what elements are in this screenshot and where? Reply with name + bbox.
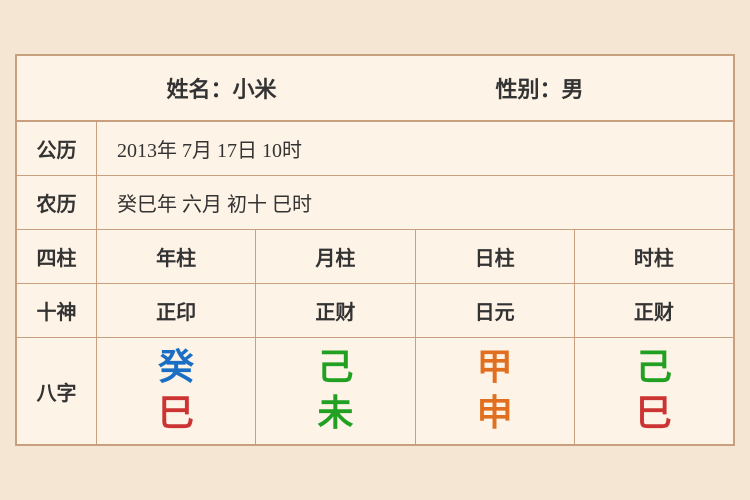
gong-li-row: 公历 2013年 7月 17日 10时 xyxy=(17,122,733,176)
bazi-col-1: 己 未 xyxy=(256,338,415,443)
header-row: 姓名：小米 性别：男 xyxy=(17,56,733,122)
shishen-row: 十神 正印 正财 日元 正财 xyxy=(17,284,733,338)
col-header-yue: 月柱 xyxy=(256,230,415,283)
nong-li-row: 农历 癸巳年 六月 初十 巳时 xyxy=(17,176,733,230)
bazi-di-0: 巳 xyxy=(158,394,194,434)
col-header-shi: 时柱 xyxy=(575,230,733,283)
sizhu-label: 四柱 xyxy=(17,230,97,283)
shishen-label: 十神 xyxy=(17,284,97,337)
bazi-col-2: 甲 申 xyxy=(416,338,575,443)
sizhu-header-row: 四柱 年柱 月柱 日柱 时柱 xyxy=(17,230,733,284)
shishen-0: 正印 xyxy=(97,284,256,337)
bazi-label: 八字 xyxy=(17,338,97,443)
gong-li-value: 2013年 7月 17日 10时 xyxy=(97,122,322,175)
bazi-di-1: 未 xyxy=(317,394,353,434)
bazi-di-3: 巳 xyxy=(636,394,672,434)
gender-label: 性别：男 xyxy=(495,72,583,104)
shishen-3: 正财 xyxy=(575,284,733,337)
bazi-tian-2: 甲 xyxy=(477,348,513,388)
bazi-tian-1: 己 xyxy=(317,348,353,388)
bazi-tian-3: 己 xyxy=(636,348,672,388)
bazi-di-2: 申 xyxy=(477,394,513,434)
bazi-col-0: 癸 巳 xyxy=(97,338,256,443)
shishen-2: 日元 xyxy=(416,284,575,337)
bazi-col-3: 己 巳 xyxy=(575,338,733,443)
shishen-1: 正财 xyxy=(256,284,415,337)
main-container: 姓名：小米 性别：男 公历 2013年 7月 17日 10时 农历 癸巳年 六月… xyxy=(15,54,735,445)
col-header-nian: 年柱 xyxy=(97,230,256,283)
gong-li-label: 公历 xyxy=(17,122,97,175)
nong-li-label: 农历 xyxy=(17,176,97,229)
bazi-row: 八字 癸 巳 己 未 甲 申 己 巳 xyxy=(17,338,733,443)
nong-li-value: 癸巳年 六月 初十 巳时 xyxy=(97,176,332,229)
name-label: 姓名：小米 xyxy=(166,72,276,104)
bazi-tian-0: 癸 xyxy=(158,348,194,388)
col-header-ri: 日柱 xyxy=(416,230,575,283)
